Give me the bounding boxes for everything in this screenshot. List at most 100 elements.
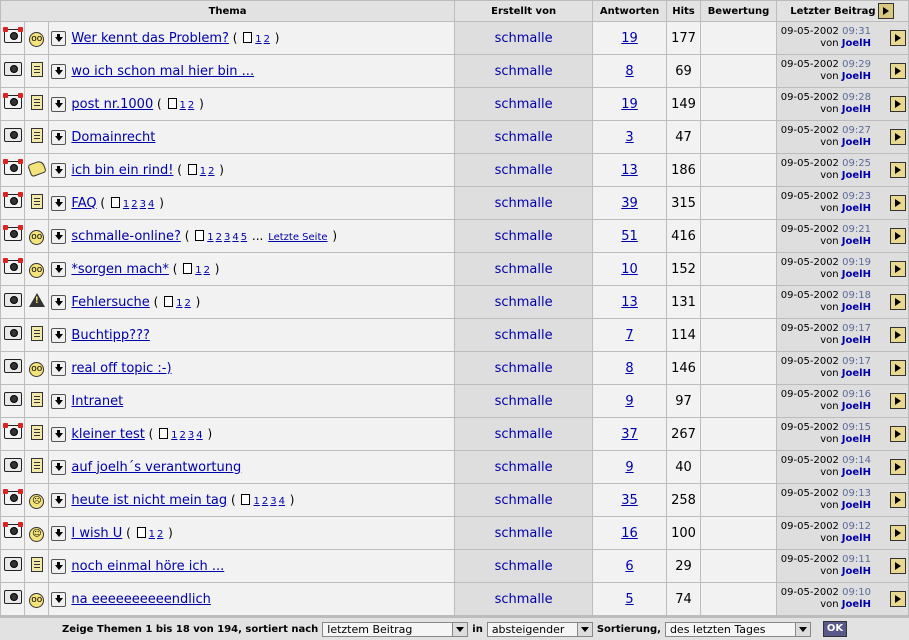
answers-link[interactable]: 37 <box>621 427 638 442</box>
goto-last-post-icon[interactable] <box>890 195 906 211</box>
page-link[interactable]: 1 <box>207 232 213 243</box>
page-link[interactable]: 3 <box>140 199 146 210</box>
last-post-user-link[interactable]: JoelH <box>842 500 871 511</box>
goto-last-post-icon[interactable] <box>890 96 906 112</box>
topic-link[interactable]: heute ist nicht mein tag <box>71 493 227 508</box>
topic-link[interactable]: FAQ <box>71 196 96 211</box>
goto-last-post-icon[interactable] <box>890 63 906 79</box>
answers-link[interactable]: 51 <box>621 229 638 244</box>
goto-last-post-icon[interactable] <box>890 393 906 409</box>
topic-link[interactable]: auf joelh´s verantwortung <box>71 460 241 475</box>
header-letzter-beitrag[interactable]: Letzter Beitrag <box>776 1 908 21</box>
goto-last-post-icon[interactable] <box>890 294 906 310</box>
page-link[interactable]: 1 <box>200 166 206 177</box>
author-link[interactable]: schmalle <box>495 97 553 112</box>
page-link[interactable]: 3 <box>224 232 230 243</box>
goto-first-unread-icon[interactable] <box>51 558 67 574</box>
page-link[interactable]: 2 <box>262 496 268 507</box>
topic-link[interactable]: kleiner test <box>71 427 144 442</box>
header-erstellt[interactable]: Erstellt von <box>455 1 593 21</box>
answers-link[interactable]: 13 <box>621 295 638 310</box>
goto-first-unread-icon[interactable] <box>51 63 67 79</box>
topic-link[interactable]: na eeeeeeeeeendlich <box>71 592 210 607</box>
page-link[interactable]: 1 <box>255 34 261 45</box>
answers-link[interactable]: 16 <box>621 526 638 541</box>
author-link[interactable]: schmalle <box>495 493 553 508</box>
topic-link[interactable]: Buchtipp??? <box>71 328 149 343</box>
answers-link[interactable]: 8 <box>625 361 633 376</box>
answers-link[interactable]: 9 <box>625 394 633 409</box>
goto-first-unread-icon[interactable] <box>51 393 67 409</box>
last-post-user-link[interactable]: JoelH <box>842 566 871 577</box>
last-post-user-link[interactable]: JoelH <box>842 434 871 445</box>
last-post-user-link[interactable]: JoelH <box>842 599 871 610</box>
goto-first-unread-icon[interactable] <box>51 96 67 112</box>
author-link[interactable]: schmalle <box>495 262 553 277</box>
goto-last-post-icon[interactable] <box>890 228 906 244</box>
goto-first-unread-icon[interactable] <box>51 525 67 541</box>
last-post-user-link[interactable]: JoelH <box>842 335 871 346</box>
author-link[interactable]: schmalle <box>495 427 553 442</box>
answers-link[interactable]: 3 <box>625 130 633 145</box>
page-link[interactable]: 2 <box>216 232 222 243</box>
answers-link[interactable]: 6 <box>625 559 633 574</box>
last-post-user-link[interactable]: JoelH <box>842 137 871 148</box>
page-link[interactable]: 2 <box>264 34 270 45</box>
order-select[interactable]: absteigender <box>486 621 593 637</box>
last-post-user-link[interactable]: JoelH <box>842 533 871 544</box>
last-post-user-link[interactable]: JoelH <box>842 401 871 412</box>
page-link[interactable]: 2 <box>180 430 186 441</box>
author-link[interactable]: schmalle <box>495 460 553 475</box>
topic-link[interactable]: Intranet <box>71 394 123 409</box>
goto-last-post-icon[interactable] <box>890 129 906 145</box>
goto-last-post-icon[interactable] <box>890 558 906 574</box>
page-link[interactable]: 1 <box>180 100 186 111</box>
topic-link[interactable]: schmalle-online? <box>71 229 181 244</box>
last-post-user-link[interactable]: JoelH <box>842 467 871 478</box>
goto-last-post-icon[interactable] <box>890 360 906 376</box>
goto-first-unread-icon[interactable] <box>51 195 67 211</box>
author-link[interactable]: schmalle <box>495 64 553 79</box>
page-link[interactable]: 5 <box>241 232 247 243</box>
page-link[interactable]: 2 <box>188 100 194 111</box>
goto-last-post-icon[interactable] <box>890 459 906 475</box>
page-link[interactable]: 4 <box>196 430 202 441</box>
goto-last-post-icon[interactable] <box>890 591 906 607</box>
goto-last-post-icon[interactable] <box>890 525 906 541</box>
goto-last-post-icon[interactable] <box>890 30 906 46</box>
last-post-user-link[interactable]: JoelH <box>842 368 871 379</box>
author-link[interactable]: schmalle <box>495 592 553 607</box>
goto-first-unread-icon[interactable] <box>51 327 67 343</box>
topic-link[interactable]: Fehlersuche <box>71 295 149 310</box>
topic-link[interactable]: post nr.1000 <box>71 97 153 112</box>
author-link[interactable]: schmalle <box>495 31 553 46</box>
answers-link[interactable]: 5 <box>625 592 633 607</box>
goto-first-unread-icon[interactable] <box>51 228 67 244</box>
author-link[interactable]: schmalle <box>495 196 553 211</box>
page-link[interactable]: 3 <box>188 430 194 441</box>
header-hits[interactable]: Hits <box>666 1 701 21</box>
goto-last-post-icon[interactable] <box>890 492 906 508</box>
goto-first-unread-icon[interactable] <box>51 459 67 475</box>
page-link[interactable]: 1 <box>149 529 155 540</box>
goto-last-post-icon[interactable] <box>890 327 906 343</box>
last-post-user-link[interactable]: JoelH <box>842 71 871 82</box>
last-page-link[interactable]: Letzte Seite <box>268 232 327 243</box>
author-link[interactable]: schmalle <box>495 295 553 310</box>
author-link[interactable]: schmalle <box>495 394 553 409</box>
author-link[interactable]: schmalle <box>495 559 553 574</box>
answers-link[interactable]: 9 <box>625 460 633 475</box>
author-link[interactable]: schmalle <box>495 229 553 244</box>
answers-link[interactable]: 19 <box>621 31 638 46</box>
goto-last-post-icon[interactable] <box>890 261 906 277</box>
last-post-user-link[interactable]: JoelH <box>842 104 871 115</box>
last-post-user-link[interactable]: JoelH <box>842 203 871 214</box>
page-link[interactable]: 1 <box>253 496 259 507</box>
topic-link[interactable]: real off topic :-) <box>71 361 171 376</box>
page-link[interactable]: 4 <box>148 199 154 210</box>
author-link[interactable]: schmalle <box>495 361 553 376</box>
goto-first-unread-icon[interactable] <box>51 30 67 46</box>
topic-link[interactable]: *sorgen mach* <box>71 262 168 277</box>
goto-last-post-icon[interactable] <box>890 426 906 442</box>
topic-link[interactable]: I wish U <box>71 526 122 541</box>
